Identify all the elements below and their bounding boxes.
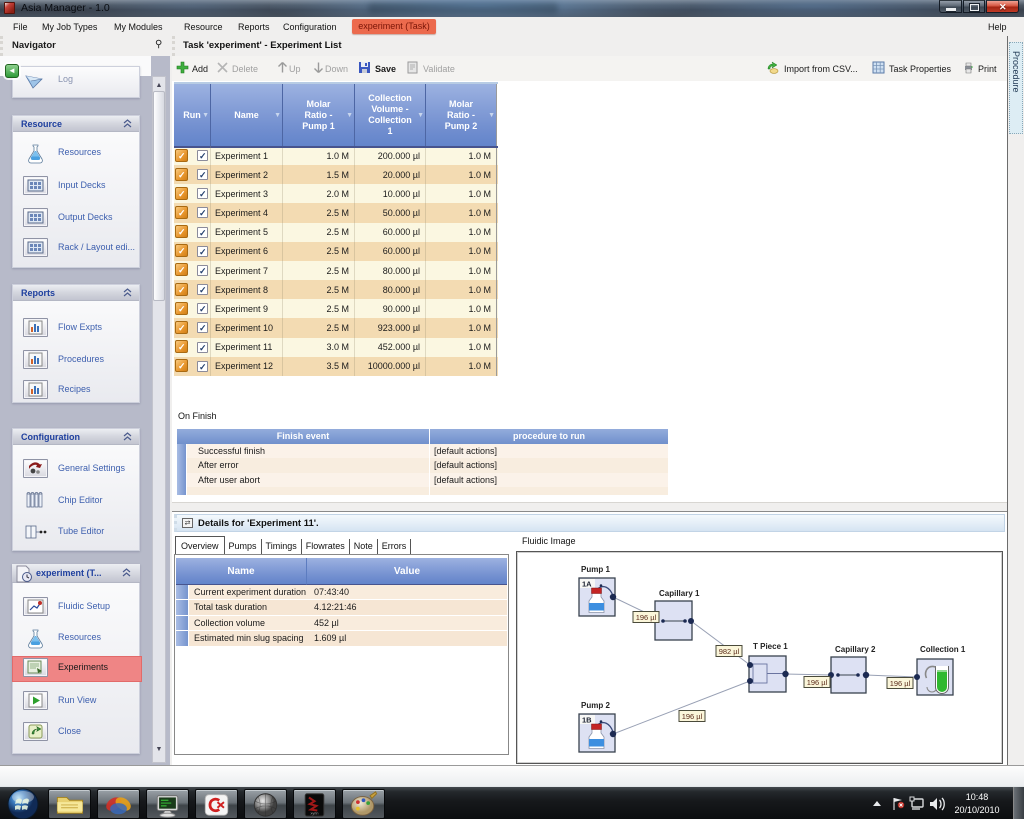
svg-text:196 µl: 196 µl [807, 678, 828, 687]
svg-text:T Piece 1: T Piece 1 [753, 642, 788, 651]
svg-text:1B: 1B [582, 716, 592, 725]
svg-text:Pump 1: Pump 1 [581, 565, 610, 574]
svg-text:1A: 1A [582, 580, 592, 589]
svg-text:196 µl: 196 µl [890, 679, 911, 688]
svg-text:Capillary 2: Capillary 2 [835, 645, 876, 654]
svg-text:Capillary 1: Capillary 1 [659, 589, 700, 598]
svg-text:982 µl: 982 µl [719, 647, 740, 656]
svg-text:196 µl: 196 µl [682, 712, 703, 721]
svg-text:xyrin: xyrin [311, 811, 319, 815]
svg-text:Collection 1: Collection 1 [920, 645, 966, 654]
svg-text:Pump 2: Pump 2 [581, 701, 610, 710]
svg-text:196 µl: 196 µl [636, 613, 657, 622]
